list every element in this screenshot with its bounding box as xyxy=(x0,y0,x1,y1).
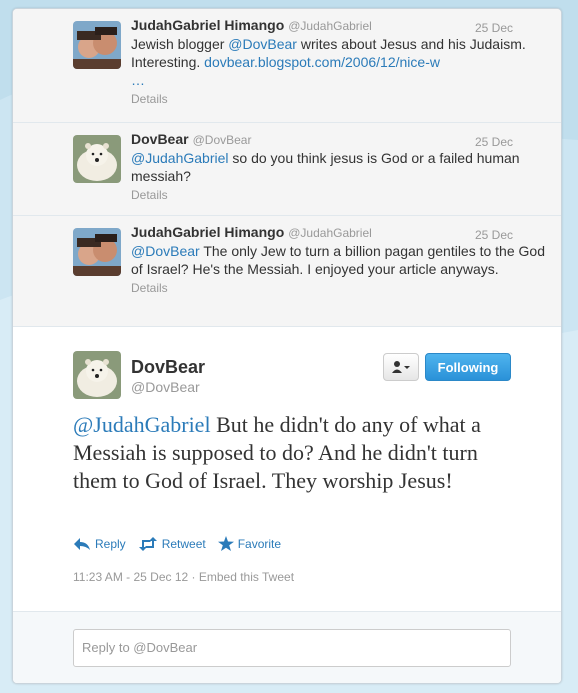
embed-link[interactable]: Embed this Tweet xyxy=(199,570,294,584)
couple-photo-icon xyxy=(73,21,121,69)
url-link[interactable]: dovbear.blogspot.com/2006/12/nice-w xyxy=(204,54,440,70)
reply-icon xyxy=(74,537,90,550)
polar-bear-photo-icon xyxy=(73,351,121,399)
tweet-date[interactable]: 25 Dec xyxy=(475,228,513,242)
polar-bear-photo-icon xyxy=(73,135,121,183)
main-author-name[interactable]: DovBear xyxy=(131,357,205,378)
details-link[interactable]: Details xyxy=(131,188,551,210)
timestamp[interactable]: 11:23 AM - 25 Dec 12 xyxy=(73,570,188,584)
avatar[interactable] xyxy=(73,135,121,183)
tweet-text: @JudahGabriel so do you think jesus is G… xyxy=(131,149,551,185)
favorite-label: Favorite xyxy=(237,536,282,551)
user-dropdown-icon xyxy=(392,361,410,373)
author-handle[interactable]: @JudahGabriel xyxy=(288,19,372,33)
retweet-label: Retweet xyxy=(161,536,206,551)
tweet-date[interactable]: 25 Dec xyxy=(475,135,513,149)
tweet-permalink-frame: JudahGabriel Himango @JudahGabriel 25 De… xyxy=(12,8,562,684)
mention-link[interactable]: @DovBear xyxy=(228,36,297,52)
mention-link[interactable]: @JudahGabriel xyxy=(73,412,211,437)
url-ellipsis[interactable]: … xyxy=(131,72,145,88)
main-author-handle[interactable]: @DovBear xyxy=(131,379,200,395)
tweet-text-prefix: Jewish blogger xyxy=(131,36,229,52)
main-tweet-text: @JudahGabriel But he didn't do any of wh… xyxy=(73,411,513,495)
author-name[interactable]: JudahGabriel Himango xyxy=(131,17,284,33)
avatar[interactable] xyxy=(73,351,121,399)
star-icon xyxy=(217,536,234,551)
retweet-button[interactable]: Retweet xyxy=(138,536,206,551)
details-link[interactable]: Details xyxy=(131,92,551,114)
couple-photo-icon xyxy=(73,228,121,276)
tweet-text: Jewish blogger @DovBear writes about Jes… xyxy=(131,35,551,89)
favorite-button[interactable]: Favorite xyxy=(217,536,282,551)
mention-link[interactable]: @DovBear xyxy=(131,243,200,259)
following-button[interactable]: Following xyxy=(425,353,511,381)
conversation-tweet[interactable]: JudahGabriel Himango @JudahGabriel 25 De… xyxy=(13,9,561,123)
conversation-tweet[interactable]: JudahGabriel Himango @JudahGabriel 25 De… xyxy=(13,216,561,327)
author-handle[interactable]: @JudahGabriel xyxy=(288,226,372,240)
author-handle[interactable]: @DovBear xyxy=(193,133,252,147)
avatar[interactable] xyxy=(73,21,121,69)
tweet-meta: 11:23 AM - 25 Dec 12 · Embed this Tweet xyxy=(73,570,294,584)
details-link[interactable]: Details xyxy=(131,281,551,303)
tweet-text: @DovBear The only Jew to turn a billion … xyxy=(131,242,551,278)
reply-input[interactable]: Reply to @DovBear xyxy=(73,629,511,667)
mention-link[interactable]: @JudahGabriel xyxy=(131,150,229,166)
conversation-tweet[interactable]: DovBear @DovBear 25 Dec @JudahGabriel so… xyxy=(13,123,561,216)
user-dropdown-button[interactable] xyxy=(383,353,419,381)
reply-button[interactable]: Reply xyxy=(73,536,126,551)
author-name[interactable]: DovBear xyxy=(131,131,189,147)
avatar[interactable] xyxy=(73,228,121,276)
tweet-date[interactable]: 25 Dec xyxy=(475,21,513,35)
retweet-icon xyxy=(138,536,157,551)
tweet-actions: Reply Retweet Favorite xyxy=(73,536,281,551)
meta-separator: · xyxy=(188,570,199,584)
author-name[interactable]: JudahGabriel Himango xyxy=(131,224,284,240)
reply-label: Reply xyxy=(95,536,126,551)
